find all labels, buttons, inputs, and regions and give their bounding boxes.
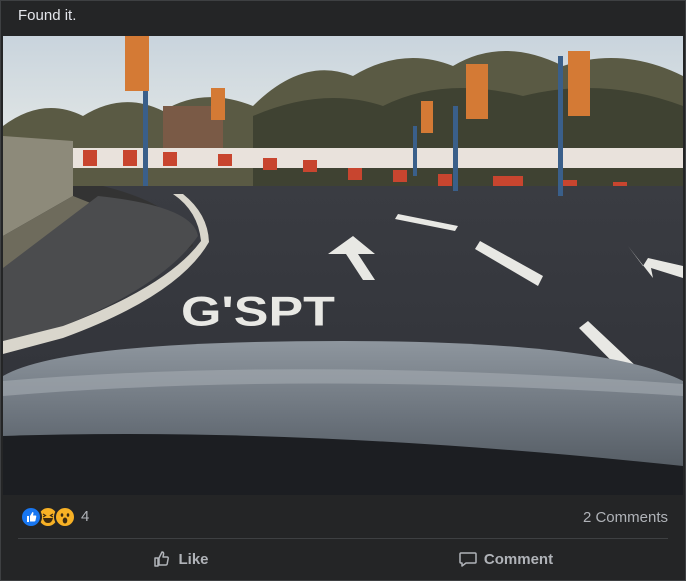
post-photo[interactable]: G'SPT	[3, 36, 683, 495]
like-button[interactable]: Like	[18, 541, 343, 577]
post-card: Found it. G'SPT 4 2 Comments Like Commen…	[0, 0, 686, 581]
like-icon	[20, 506, 42, 528]
reaction-count[interactable]: 4	[81, 508, 89, 525]
comments-count[interactable]: 2 Comments	[583, 509, 668, 526]
reactions-row: 4 2 Comments	[18, 506, 668, 530]
comment-icon	[458, 549, 478, 569]
road-photo-image: G'SPT	[3, 36, 683, 495]
thumbs-up-icon	[152, 549, 172, 569]
road-marking-text: G'SPT	[181, 288, 335, 335]
comment-button[interactable]: Comment	[343, 541, 668, 577]
like-label: Like	[178, 550, 209, 568]
divider	[18, 538, 668, 539]
wow-icon	[54, 506, 76, 528]
action-bar: Like Comment	[18, 541, 668, 577]
comment-label: Comment	[483, 550, 554, 568]
post-text: Found it.	[18, 7, 77, 24]
reaction-icons[interactable]	[20, 506, 76, 528]
